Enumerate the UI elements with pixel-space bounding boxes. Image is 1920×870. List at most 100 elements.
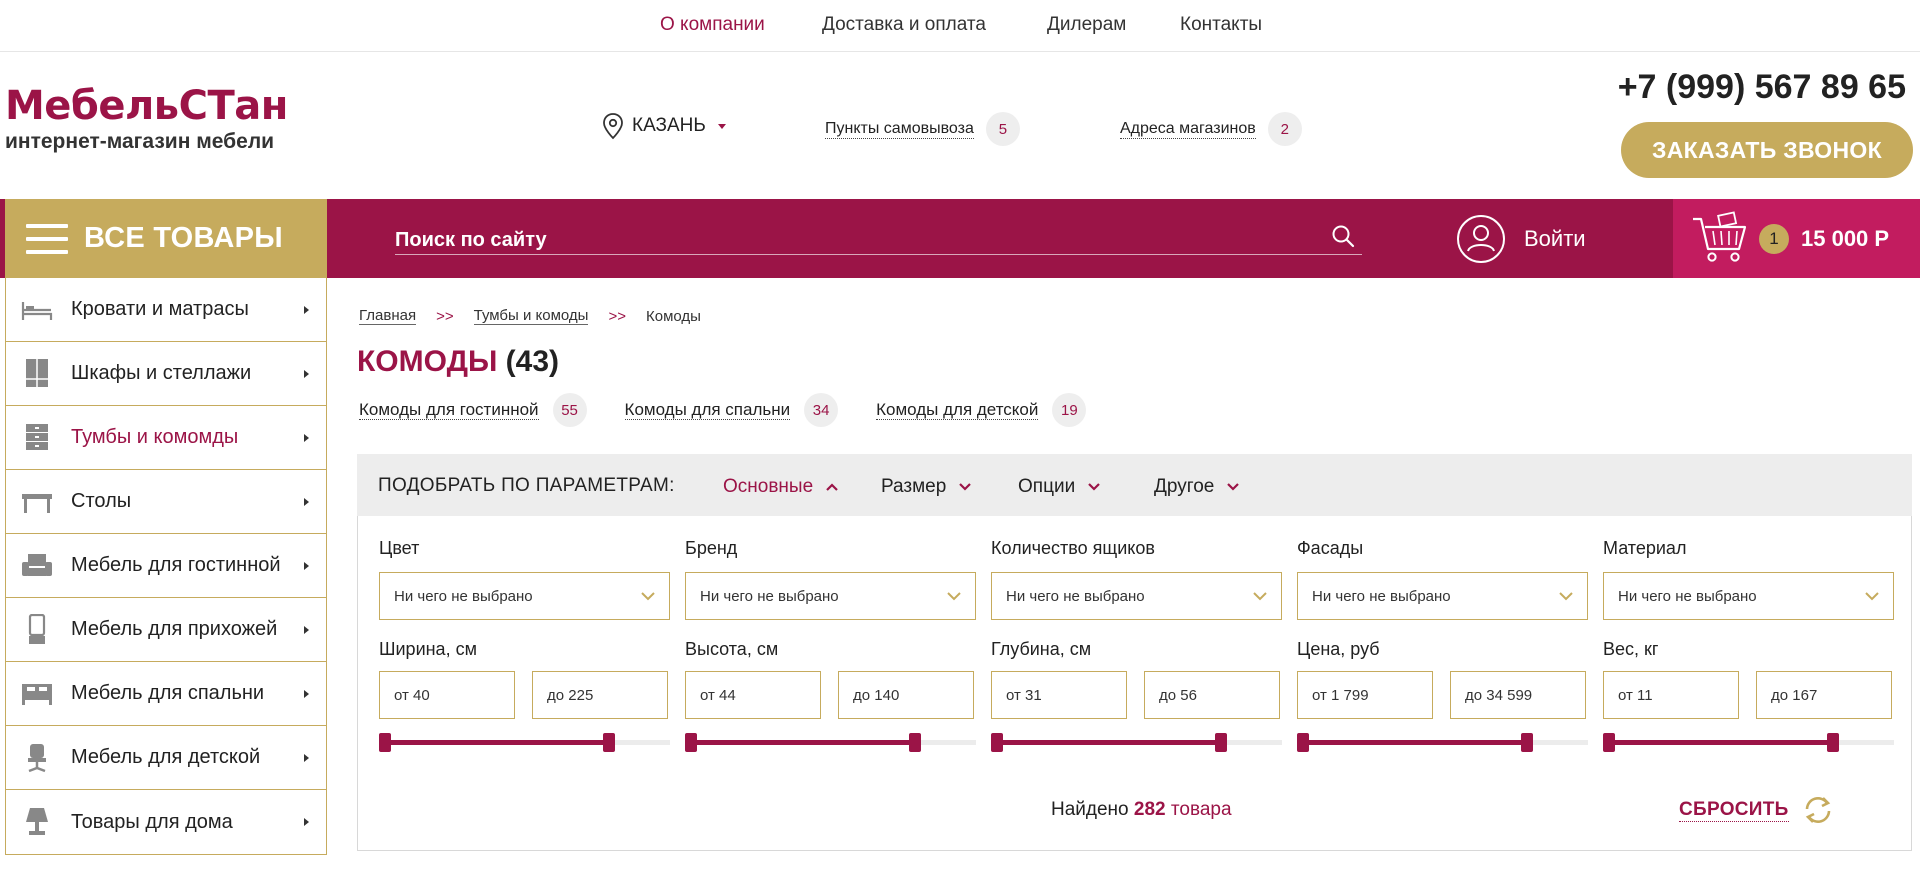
all-goods-label: ВСЕ ТОВАРЫ xyxy=(84,222,283,254)
breadcrumb-separator: >> xyxy=(436,307,454,325)
login-label: Войти xyxy=(1524,226,1586,251)
slider-max-handle[interactable] xyxy=(1215,733,1227,752)
category-label: Кровати и матрасы xyxy=(71,298,249,320)
all-goods-button[interactable]: ВСЕ ТОВАРЫ xyxy=(5,199,327,278)
category-item-dressers[interactable]: Тумбы и комомды xyxy=(6,406,326,470)
material-select[interactable]: Ни чего не выбрано xyxy=(1603,572,1894,620)
category-item-hallway[interactable]: Мебель для прихожей xyxy=(6,598,326,662)
found-number: 282 xyxy=(1133,799,1166,820)
logo-tagline: интернет-магазин мебели xyxy=(5,130,275,153)
found-prefix: Найдено xyxy=(1051,799,1129,820)
depth-from-input[interactable]: от 31 xyxy=(991,671,1127,719)
chevron-right-icon xyxy=(304,497,309,506)
category-label: Шкафы и стеллажи xyxy=(71,362,252,384)
filter-label: Бренд xyxy=(685,538,738,558)
filter-label: Количество ящиков xyxy=(991,538,1155,558)
site-logo[interactable]: МебельСТан интернет-магазин мебели xyxy=(5,84,288,154)
slider-min-handle[interactable] xyxy=(379,733,391,752)
filter-tab-main[interactable]: Основные xyxy=(723,476,839,498)
slider-max-handle[interactable] xyxy=(1521,733,1533,752)
slider-min-handle[interactable] xyxy=(991,733,1003,752)
category-item-beds[interactable]: Кровати и матрасы xyxy=(6,278,326,342)
slider-min-handle[interactable] xyxy=(685,733,697,752)
store-addresses-link[interactable]: Адреса магазинов 2 xyxy=(1120,112,1302,146)
facades-select[interactable]: Ни чего не выбрано xyxy=(1297,572,1588,620)
pickup-points-link[interactable]: Пункты самовывоза 5 xyxy=(825,112,1020,146)
filter-tab-label: Основные xyxy=(723,476,814,497)
height-to-input[interactable]: до 140 xyxy=(838,671,974,719)
filter-header: ПОДОБРАТЬ ПО ПАРАМЕТРАМ: Основные Размер… xyxy=(357,454,1912,516)
store-addresses-count: 2 xyxy=(1267,112,1302,146)
slider-max-handle[interactable] xyxy=(909,733,921,752)
weight-to-input[interactable]: до 167 xyxy=(1756,671,1892,719)
category-item-living-room[interactable]: Мебель для гостинной xyxy=(6,534,326,598)
subcategory-count: 34 xyxy=(804,393,839,427)
dresser-icon xyxy=(26,424,48,450)
slider-max-handle[interactable] xyxy=(1827,733,1839,752)
subcategory-living-room[interactable]: Комоды для гостинной 55 xyxy=(359,393,587,427)
found-count: Найдено 282 товара xyxy=(1051,799,1232,821)
subcategory-label: Комоды для детской xyxy=(876,400,1039,420)
select-value: Ни чего не выбрано xyxy=(1006,587,1145,605)
phone-number[interactable]: +7 (999) 567 89 65 xyxy=(1618,68,1906,107)
login-button[interactable]: Войти xyxy=(1456,214,1586,264)
slider-min-handle[interactable] xyxy=(1297,733,1309,752)
subcategory-bedroom[interactable]: Комоды для спальни 34 xyxy=(624,393,839,427)
topnav-about-link[interactable]: О компании xyxy=(660,14,765,36)
category-item-tables[interactable]: Столы xyxy=(6,470,326,534)
top-nav: О компании Доставка и оплата Дилерам Кон… xyxy=(0,0,1920,52)
order-callback-button[interactable]: ЗАКАЗАТЬ ЗВОНОК xyxy=(1621,122,1913,178)
category-label: Столы xyxy=(71,490,132,512)
chevron-down-icon xyxy=(1865,592,1879,601)
slider-min-handle[interactable] xyxy=(1603,733,1615,752)
chevron-down-icon xyxy=(641,592,655,601)
bedroom-bed-icon xyxy=(22,684,52,705)
subcategory-count: 19 xyxy=(1052,393,1087,427)
slider-max-handle[interactable] xyxy=(603,733,615,752)
weight-from-input[interactable]: от 11 xyxy=(1603,671,1739,719)
price-to-input[interactable]: до 34 599 xyxy=(1450,671,1586,719)
filter-label: Высота, см xyxy=(685,639,779,659)
height-from-input[interactable]: от 44 xyxy=(685,671,821,719)
category-label: Мебель для детской xyxy=(71,746,261,768)
search-input[interactable] xyxy=(395,220,1330,252)
depth-slider xyxy=(991,733,1282,752)
filter-tab-options[interactable]: Опции xyxy=(1018,476,1101,498)
breadcrumb-parent[interactable]: Тумбы и комоды xyxy=(473,307,589,325)
cart-button[interactable]: 1 15 000 Р xyxy=(1673,199,1920,278)
filter-tab-label: Опции xyxy=(1018,476,1076,497)
category-item-kids[interactable]: Мебель для детской xyxy=(6,726,326,790)
filter-tab-other[interactable]: Другое xyxy=(1154,476,1240,498)
slider-range xyxy=(997,740,1221,745)
topnav-contacts-link[interactable]: Контакты xyxy=(1180,14,1262,36)
category-item-bedroom[interactable]: Мебель для спальни xyxy=(6,662,326,726)
subcategory-kids[interactable]: Комоды для детской 19 xyxy=(876,393,1087,427)
topnav-delivery-link[interactable]: Доставка и оплата xyxy=(822,14,986,36)
drawers-count-select[interactable]: Ни чего не выбрано xyxy=(991,572,1282,620)
hamburger-icon xyxy=(26,223,68,254)
page-title: КОМОДЫ (43) xyxy=(357,345,559,379)
site-search xyxy=(395,218,1362,255)
width-to-input[interactable]: до 225 xyxy=(532,671,668,719)
width-from-input[interactable]: от 40 xyxy=(379,671,515,719)
category-item-home-goods[interactable]: Товары для дома xyxy=(6,790,326,854)
price-from-input[interactable]: от 1 799 xyxy=(1297,671,1433,719)
logo-name: МебельСТан xyxy=(5,83,288,129)
color-select[interactable]: Ни чего не выбрано xyxy=(379,572,670,620)
lamp-icon xyxy=(26,808,48,835)
reset-filter-button[interactable]: СБРОСИТЬ xyxy=(1679,795,1835,825)
category-label: Мебель для спальни xyxy=(71,682,265,704)
topnav-dealers-link[interactable]: Дилерам xyxy=(1047,14,1126,36)
subcategory-count: 55 xyxy=(552,393,587,427)
select-value: Ни чего не выбрано xyxy=(1618,587,1757,605)
search-icon[interactable] xyxy=(1330,223,1356,249)
depth-to-input[interactable]: до 56 xyxy=(1144,671,1280,719)
filter-tab-size[interactable]: Размер xyxy=(881,476,972,498)
filter-title: ПОДОБРАТЬ ПО ПАРАМЕТРАМ: xyxy=(378,475,675,496)
brand-select[interactable]: Ни чего не выбрано xyxy=(685,572,976,620)
filter-tab-label: Размер xyxy=(881,476,947,497)
chevron-right-icon xyxy=(304,305,309,314)
city-selector[interactable]: КАЗАНЬ xyxy=(602,112,726,140)
category-item-wardrobes[interactable]: Шкафы и стеллажи xyxy=(6,342,326,406)
breadcrumb-home[interactable]: Главная xyxy=(359,307,417,325)
